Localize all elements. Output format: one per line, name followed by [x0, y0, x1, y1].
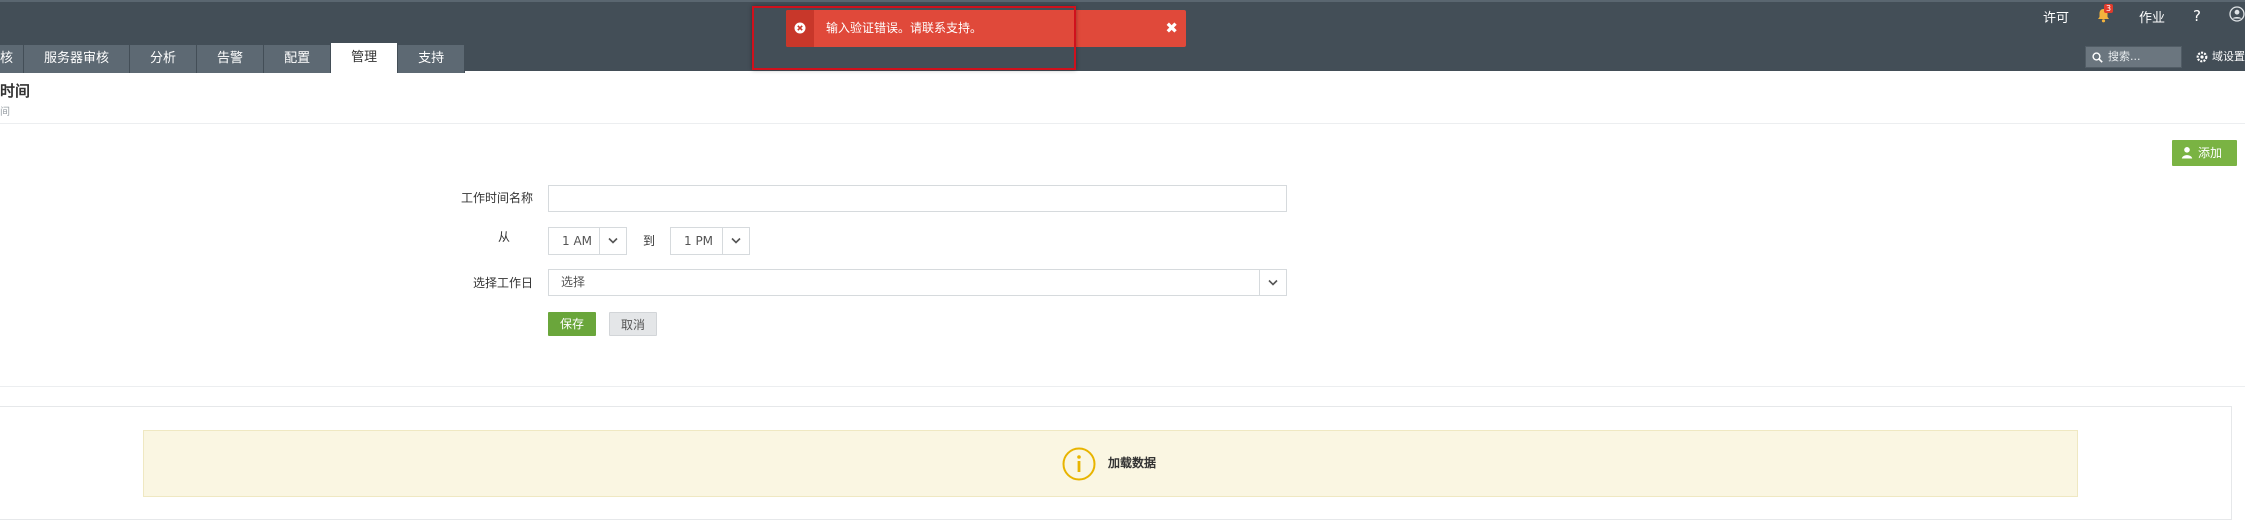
add-button-label: 添加	[2198, 146, 2223, 160]
from-time-dropdown	[599, 228, 626, 254]
toast-message: 输入验证错误。请联系支持。	[826, 21, 983, 35]
info-icon	[1062, 447, 1096, 481]
main-tabs: 核 服务器审核 分析 告警 配置 管理 支持	[0, 43, 466, 73]
user-icon	[2229, 6, 2245, 22]
page-title: 时间	[0, 82, 31, 100]
notifications-button[interactable]: 3	[2097, 4, 2114, 24]
work-time-name-label: 工作时间名称	[460, 191, 533, 205]
user-menu[interactable]	[2229, 6, 2245, 26]
search-placeholder: 搜索...	[2108, 50, 2141, 63]
to-time-value: 1 PM	[684, 234, 714, 248]
error-toast: 输入验证错误。请联系支持。 ✖	[786, 10, 1186, 47]
add-button[interactable]: 添加	[2172, 140, 2237, 166]
tab-support[interactable]: 支持	[398, 45, 466, 73]
tab-server-audit[interactable]: 服务器审核	[24, 45, 131, 73]
loading-text: 加载数据	[1108, 456, 1157, 470]
workday-select[interactable]: 选择	[548, 269, 1287, 296]
to-label: 到	[643, 234, 656, 248]
search-icon	[2092, 52, 2103, 63]
loading-notice: 加载数据	[143, 430, 2078, 497]
tab-configuration[interactable]: 配置	[264, 45, 332, 73]
tab-audit[interactable]: 核	[0, 45, 25, 73]
tab-alerts[interactable]: 告警	[197, 45, 265, 73]
domain-settings-label: 域设置	[2212, 50, 2245, 63]
workday-label: 选择工作日	[472, 276, 533, 290]
header-divider	[0, 123, 2245, 124]
form-divider	[0, 386, 2245, 387]
top-links: 许可 3 作业 ?	[2015, 4, 2245, 27]
gear-icon	[2196, 51, 2208, 63]
breadcrumb: 间	[0, 107, 10, 118]
from-time-value: 1 AM	[562, 234, 593, 248]
chevron-down-icon	[731, 237, 741, 244]
to-time-dropdown	[722, 228, 749, 254]
chevron-down-icon	[1268, 279, 1278, 286]
domain-settings-button[interactable]: 域设置	[2196, 46, 2245, 68]
cancel-button[interactable]: 取消	[609, 312, 657, 336]
notification-count-badge: 3	[2104, 4, 2114, 13]
license-link[interactable]: 许可	[2043, 7, 2069, 26]
search-input[interactable]: 搜索...	[2085, 46, 2182, 68]
workday-value: 选择	[561, 275, 586, 289]
chevron-down-icon	[608, 237, 618, 244]
add-user-icon	[2181, 147, 2193, 159]
from-label: 从	[497, 230, 510, 244]
tab-admin[interactable]: 管理	[331, 43, 399, 73]
save-button[interactable]: 保存	[548, 312, 596, 336]
help-icon[interactable]: ?	[2193, 7, 2201, 25]
work-time-name-input[interactable]	[548, 185, 1287, 212]
tab-analysis[interactable]: 分析	[130, 45, 198, 73]
jobs-link[interactable]: 作业	[2139, 7, 2165, 26]
workday-dropdown	[1259, 270, 1286, 295]
close-icon[interactable]: ✖	[1165, 10, 1178, 47]
error-icon	[794, 22, 806, 34]
to-time-select[interactable]: 1 PM	[670, 227, 750, 255]
from-time-select[interactable]: 1 AM	[548, 227, 627, 255]
